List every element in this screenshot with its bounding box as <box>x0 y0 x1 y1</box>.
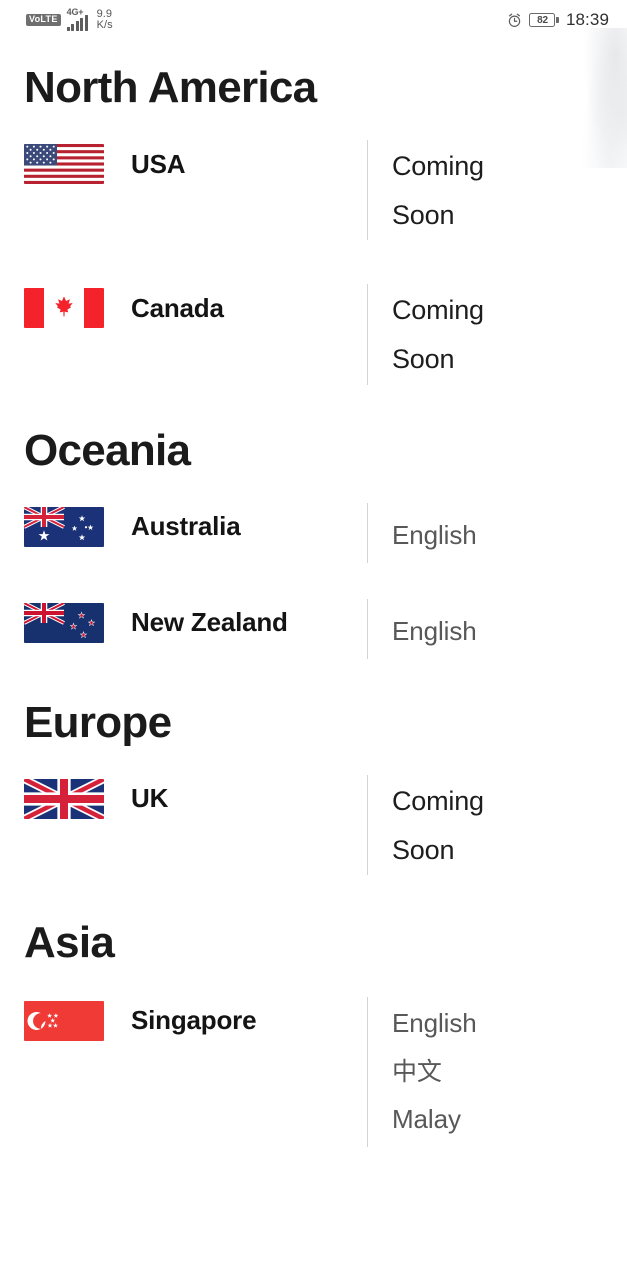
status-bar-right: 82 18:39 <box>507 10 609 30</box>
status-bar-left: VoLTE 4G+ 9.9 K/s <box>26 7 113 32</box>
country-list: North America USA Coming Soon Canada Com… <box>0 66 627 1147</box>
country-languages-australia: English <box>367 502 477 563</box>
country-row-uk-left: UK <box>24 775 367 819</box>
status-bar-clock: 18:39 <box>565 10 609 29</box>
language-singapore-0: English <box>392 1007 477 1038</box>
language-australia-0: English <box>392 519 477 550</box>
country-name-australia: Australia <box>131 511 241 541</box>
app-screen: VoLTE 4G+ 9.9 K/s 82 18:39 North America… <box>0 0 627 1280</box>
language-singapore-1: 中文 <box>392 1056 442 1086</box>
flag-singapore-icon <box>24 1000 104 1041</box>
country-languages-new-zealand: English <box>367 598 477 659</box>
network-speed: 9.9 K/s <box>96 8 113 32</box>
country-row-uk[interactable]: UK Coming Soon <box>0 774 627 875</box>
signal-strength-bars <box>66 15 88 31</box>
country-status-usa: Coming Soon <box>367 140 520 241</box>
flag-new-zealand-icon <box>24 602 104 643</box>
language-new-zealand-0: English <box>392 615 477 646</box>
status-text-usa: Coming Soon <box>392 151 484 231</box>
battery-cap <box>556 17 559 23</box>
region-heading-asia: Asia <box>24 917 115 967</box>
region-heading-north-america: North America <box>24 63 317 112</box>
flag-canada-icon <box>24 288 104 329</box>
country-name-uk: UK <box>131 783 169 813</box>
battery-level-label: 82 <box>537 14 548 26</box>
country-row-singapore[interactable]: Singapore English 中文 Malay <box>0 996 627 1147</box>
country-row-new-zealand-left: New Zealand <box>24 599 367 643</box>
status-text-uk: Coming Soon <box>392 785 484 865</box>
country-row-canada[interactable]: Canada Coming Soon <box>0 284 627 385</box>
signal-bars-icon: 4G+ <box>66 7 88 31</box>
battery-body: 82 <box>529 13 556 27</box>
status-text-canada: Coming Soon <box>392 295 484 375</box>
language-singapore-2: Malay <box>392 1103 461 1134</box>
country-languages-singapore: English 中文 Malay <box>367 996 477 1147</box>
status-bar: VoLTE 4G+ 9.9 K/s 82 18:39 <box>0 0 627 40</box>
network-type-label: 4G+ <box>66 7 84 17</box>
region-heading-oceania: Oceania <box>24 425 191 475</box>
country-row-usa-left: USA <box>24 140 367 184</box>
network-speed-unit: K/s <box>96 19 113 31</box>
country-name-canada: Canada <box>131 292 224 323</box>
country-row-canada-left: Canada <box>24 284 367 329</box>
country-name-new-zealand: New Zealand <box>131 607 288 637</box>
country-row-australia[interactable]: Australia English <box>0 502 627 563</box>
country-name-singapore: Singapore <box>131 1005 257 1036</box>
volte-badge: VoLTE <box>26 14 61 26</box>
country-row-singapore-left: Singapore <box>24 997 367 1041</box>
flag-usa-icon <box>24 144 104 184</box>
country-row-australia-left: Australia <box>24 503 367 547</box>
alarm-clock-icon <box>507 13 522 28</box>
country-status-uk: Coming Soon <box>367 774 520 875</box>
country-row-usa[interactable]: USA Coming Soon <box>0 140 627 241</box>
battery-indicator: 82 <box>529 13 559 27</box>
region-heading-europe: Europe <box>24 697 172 747</box>
flag-uk-icon <box>24 778 104 819</box>
country-row-new-zealand[interactable]: New Zealand English <box>0 598 627 659</box>
country-status-canada: Coming Soon <box>367 284 520 385</box>
flag-australia-icon <box>24 506 104 547</box>
country-name-usa: USA <box>131 148 186 179</box>
